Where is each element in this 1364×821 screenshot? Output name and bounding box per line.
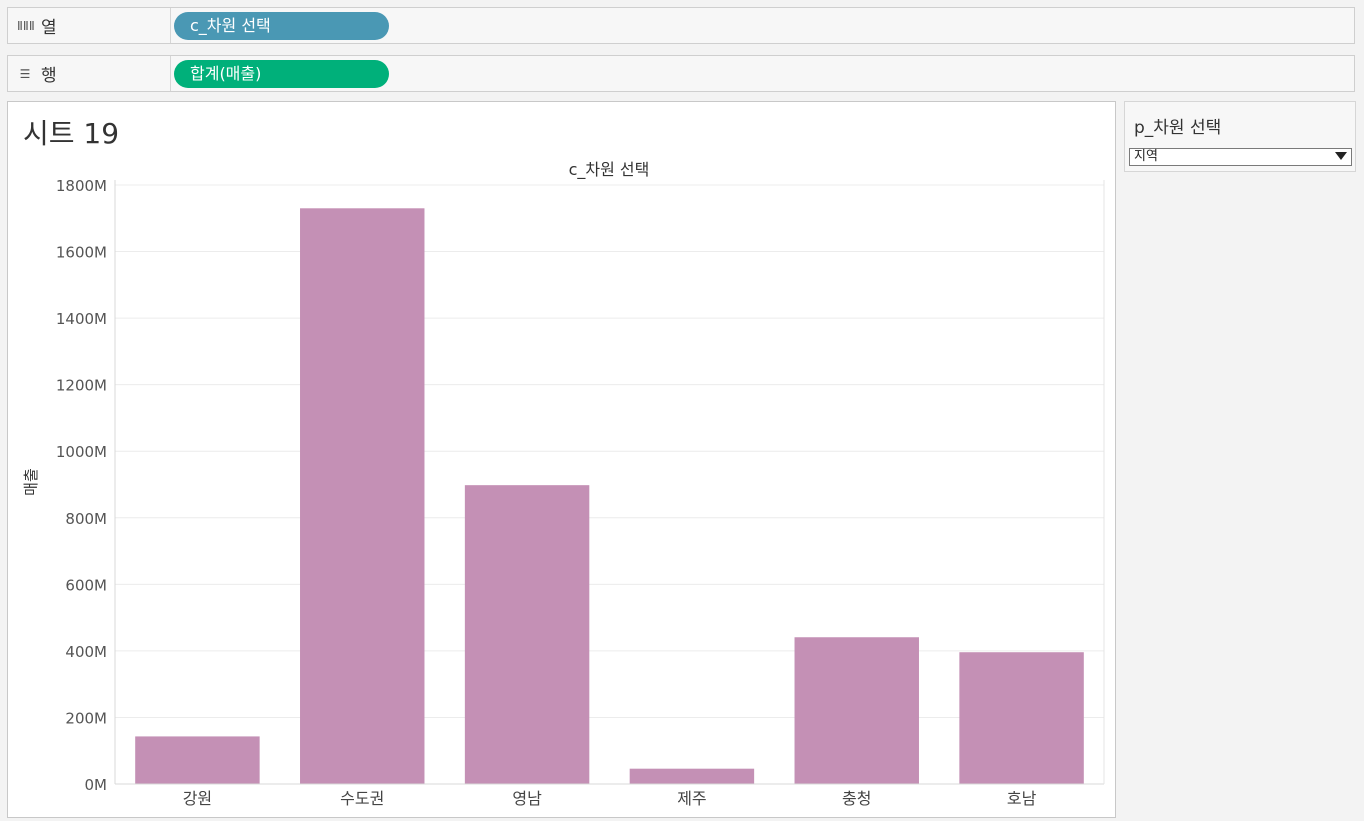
- y-tick-label: 400M: [65, 643, 107, 661]
- columns-shelf-text: 열: [41, 18, 57, 38]
- x-tick-label: 제주: [677, 789, 706, 808]
- bar-제주[interactable]: [629, 768, 755, 784]
- columns-icon: ⅡⅡⅡ: [17, 18, 35, 33]
- worksheet: 시트 19 c_차원 선택 매출 0M 200M 400M 600M 800M 1000M…: [7, 101, 1116, 818]
- rows-shelf-label: ☰ 행: [8, 56, 171, 91]
- bar-강원[interactable]: [135, 736, 260, 784]
- y-axis-label: 매출: [22, 468, 40, 496]
- rows-icon: ☰: [19, 66, 31, 81]
- parameter-panel: p_차원 선택 지역: [1124, 101, 1356, 172]
- chevron-down-icon[interactable]: [1335, 152, 1347, 160]
- x-tick-label: 강원: [183, 789, 212, 808]
- x-tick-label: 영남: [512, 789, 542, 808]
- columns-shelf: ⅡⅡⅡ 열 c_차원 선택: [7, 7, 1355, 44]
- columns-shelf-label: ⅡⅡⅡ 열: [8, 8, 171, 43]
- parameter-title: p_차원 선택: [1134, 118, 1222, 138]
- bar-수도권[interactable]: [300, 208, 425, 784]
- y-tick-label: 600M: [65, 576, 107, 594]
- parameter-dropdown[interactable]: 지역: [1129, 148, 1352, 166]
- rows-shelf-text: 행: [41, 66, 57, 86]
- x-tick-label: 수도권: [340, 789, 384, 808]
- parameter-selected-value: 지역: [1134, 149, 1158, 164]
- bar-영남[interactable]: [464, 485, 590, 784]
- y-tick-label: 1400M: [56, 310, 107, 328]
- y-tick-label: 1600M: [56, 244, 107, 262]
- rows-pill[interactable]: 합계(매출): [174, 60, 389, 88]
- bar-호남[interactable]: [959, 652, 1084, 784]
- y-tick-label: 1800M: [56, 177, 107, 195]
- bar-충청[interactable]: [794, 637, 919, 784]
- x-tick-label: 충청: [842, 789, 871, 808]
- rows-shelf: ☰ 행 합계(매출): [7, 55, 1355, 92]
- y-tick-label: 800M: [65, 510, 107, 528]
- x-tick-label: 호남: [1007, 789, 1037, 808]
- y-tick-label: 0M: [85, 776, 108, 794]
- chart-title: c_차원 선택: [569, 160, 650, 180]
- y-tick-label: 200M: [65, 709, 107, 727]
- y-tick-label: 1000M: [56, 443, 107, 461]
- columns-pill[interactable]: c_차원 선택: [174, 12, 389, 40]
- y-tick-label: 1200M: [56, 377, 107, 395]
- bar-chart: c_차원 선택 매출 0M 200M 400M 600M 800M 1000M 1200M 1…: [22, 160, 1105, 808]
